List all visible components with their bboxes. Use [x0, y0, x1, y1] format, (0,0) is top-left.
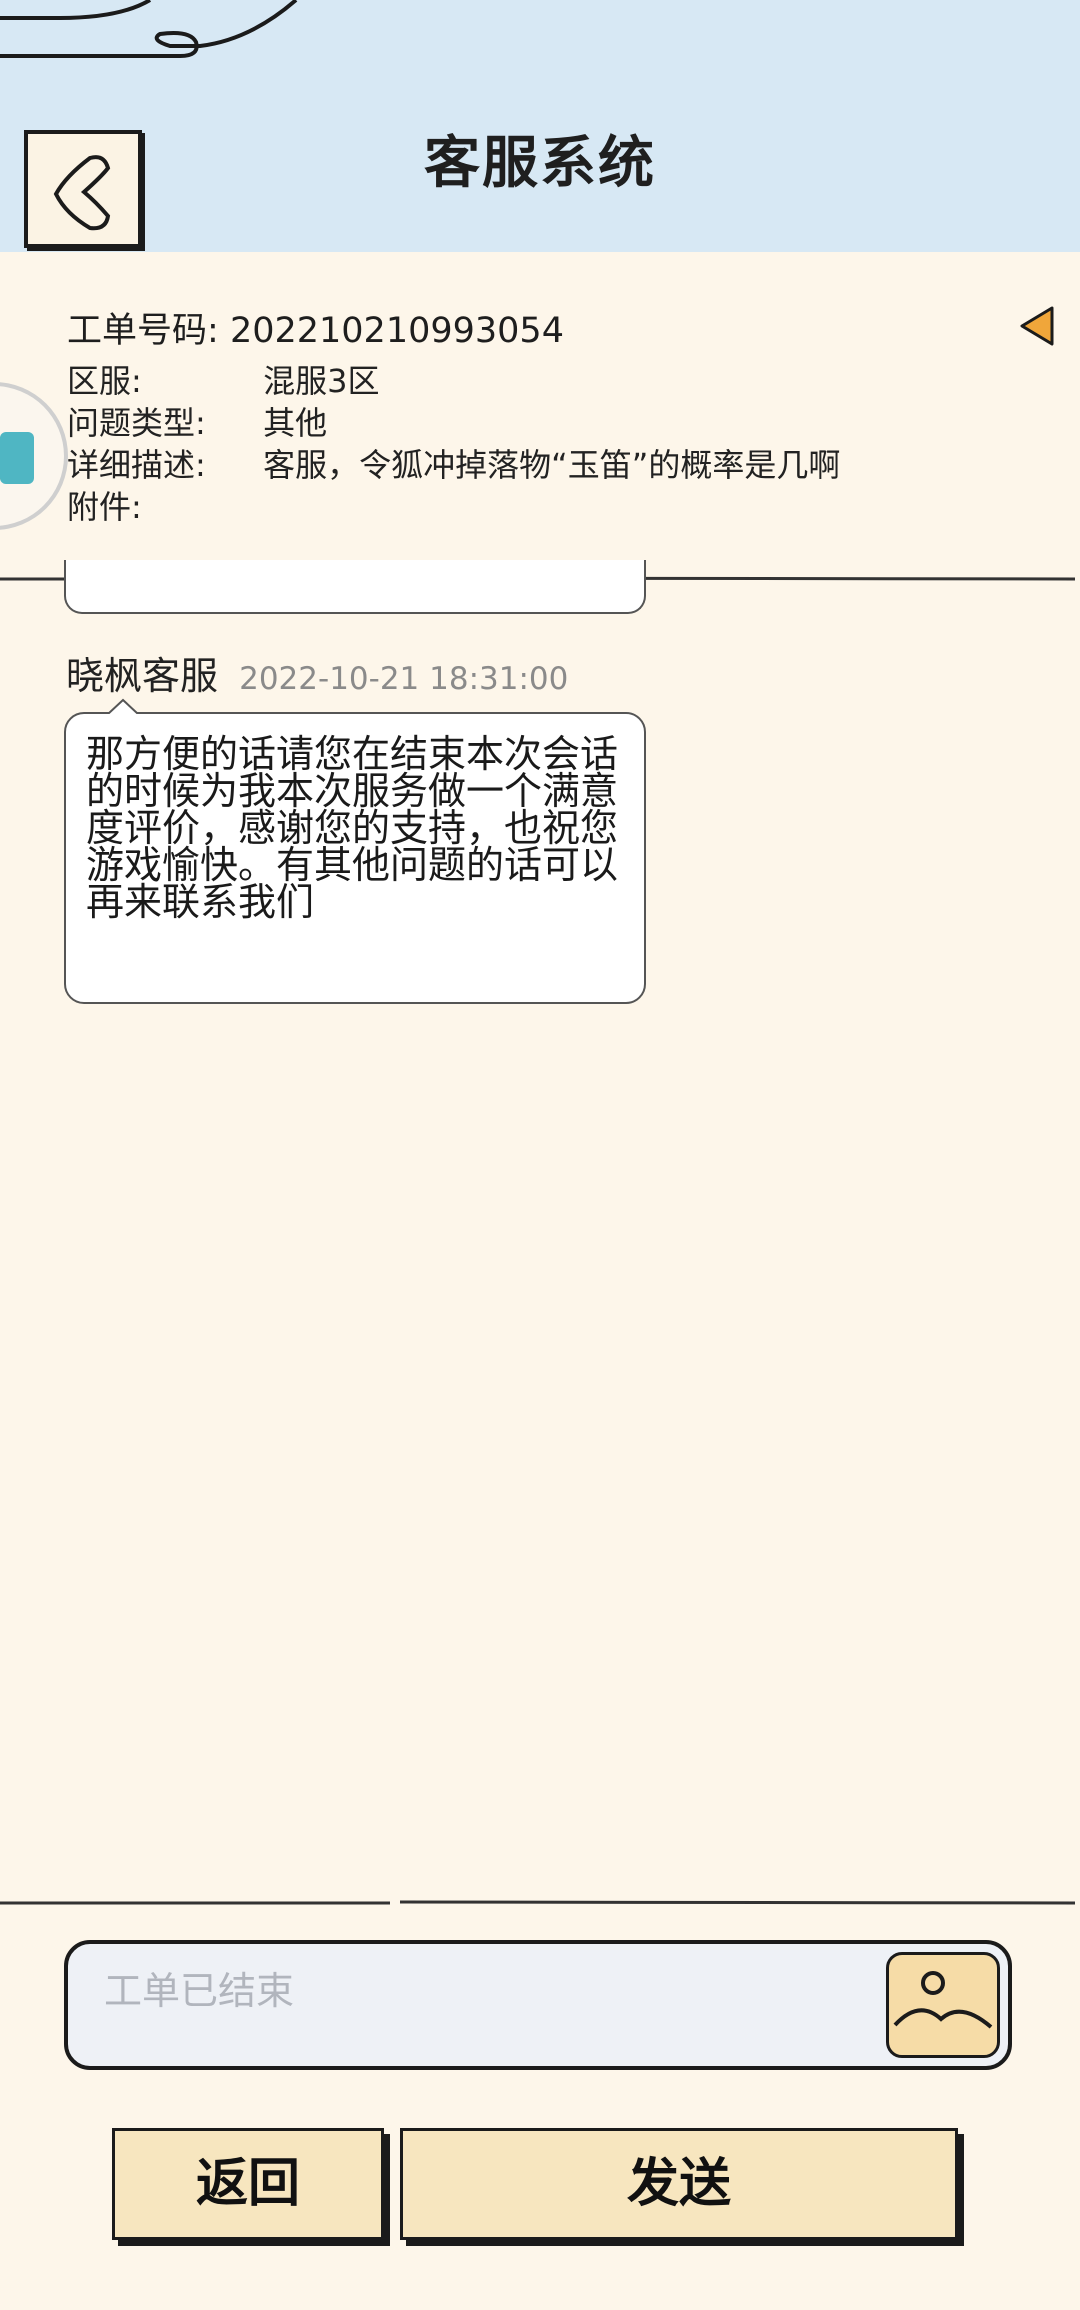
message-timestamp: 2022-10-21 18:31:00 [239, 661, 569, 697]
field-label: 问题类型: [67, 404, 206, 442]
message-input[interactable]: 工单已结束 [64, 1940, 1012, 2070]
return-button[interactable]: 返回 [112, 2128, 384, 2240]
field-value: 混服3区 [263, 362, 380, 400]
ticket-info-panel: 工单号码: 202210210993054 区服: 混服3区 问题类型: 其他 … [0, 252, 1080, 584]
ticket-id-row: 工单号码: 202210210993054 [67, 302, 564, 353]
assistant-tile-teal [0, 432, 34, 484]
header-bar: 客服系统 [0, 0, 1080, 252]
ticket-field-server: 区服: 混服3区 [67, 356, 380, 402]
ticket-field-attachment: 附件: [67, 482, 253, 528]
field-value: 客服，令狐冲掉落物“玉笛”的概率是几啊 [263, 446, 841, 484]
page-title: 客服系统 [424, 131, 656, 196]
message-meta: 晓枫客服 2022-10-21 18:31:00 [66, 645, 568, 700]
image-upload-button[interactable] [886, 1952, 1000, 2058]
ticket-field-description: 详细描述: 客服，令狐冲掉落物“玉笛”的概率是几啊 [67, 440, 840, 486]
floating-assistant-icon[interactable] [0, 382, 68, 530]
message-text: 那方便的话请您在结束本次会话的时候为我本次服务做一个满意度评价，感谢您的支持，也… [86, 732, 619, 924]
bubble-notch [108, 698, 138, 714]
field-value: 其他 [263, 404, 328, 442]
composer-divider [0, 1900, 1076, 1905]
image-upload-icon [893, 1971, 993, 2029]
ticket-id-value: 202210210993054 [229, 311, 564, 351]
triangle-left-icon[interactable] [1018, 304, 1056, 348]
message-sender: 晓枫客服 [66, 654, 219, 698]
cloud-decoration-icon [0, 0, 298, 58]
field-label: 附件: [67, 488, 142, 526]
ticket-id-label: 工单号码: [67, 311, 219, 351]
ticket-field-type: 问题类型: 其他 [67, 398, 327, 444]
field-label: 详细描述: [67, 446, 206, 484]
field-label: 区服: [67, 362, 142, 400]
send-button[interactable]: 发送 [400, 2128, 958, 2240]
message-bubble: 那方便的话请您在结束本次会话的时候为我本次服务做一个满意度评价，感谢您的支持，也… [64, 698, 646, 1004]
previous-message-bubble [64, 560, 646, 614]
input-placeholder: 工单已结束 [104, 1969, 295, 2013]
